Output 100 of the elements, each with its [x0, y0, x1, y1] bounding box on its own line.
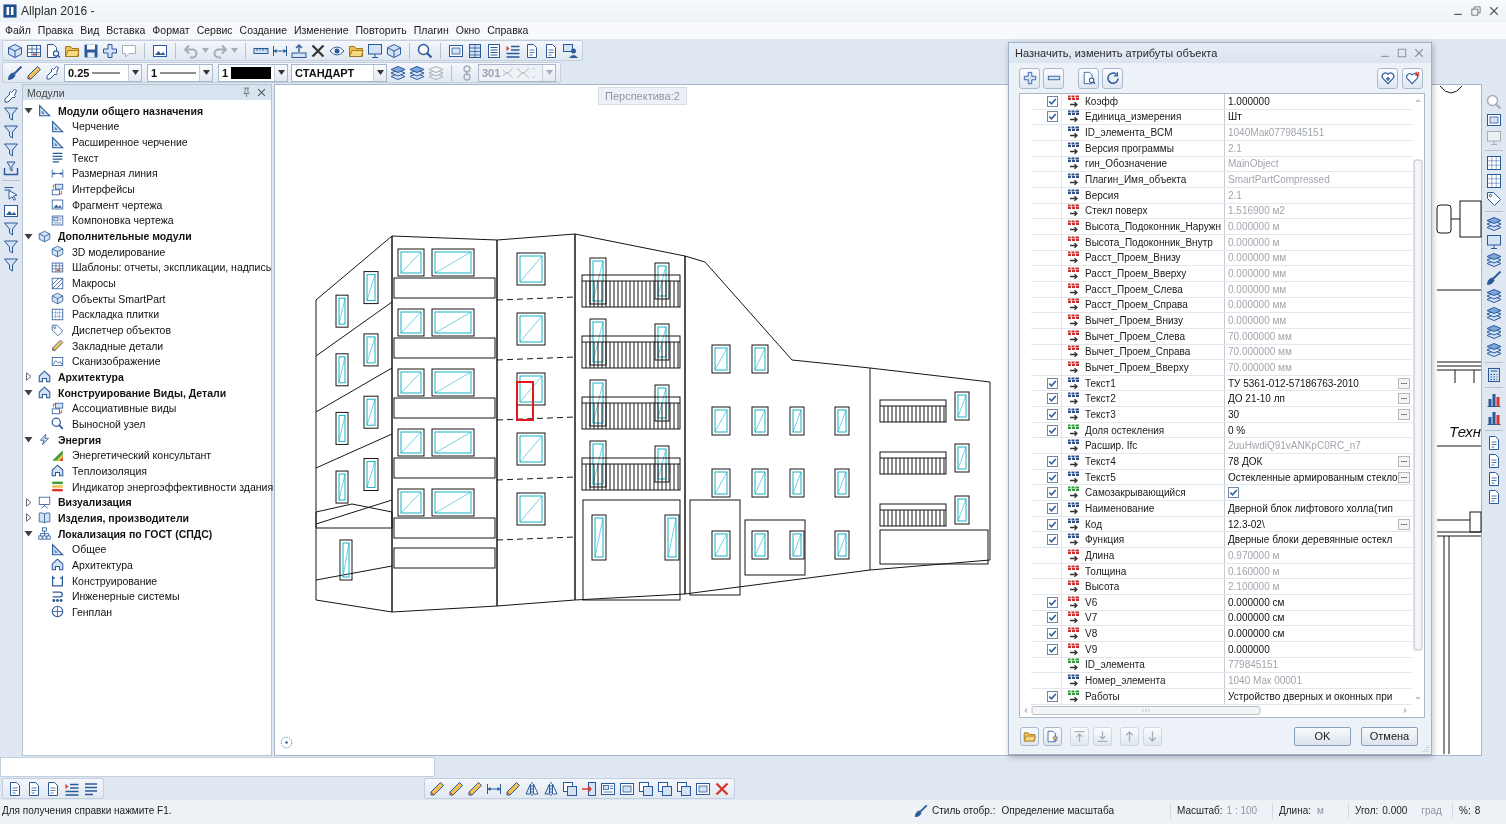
attribute-row[interactable]: Текст2 ДО 21-10 лп ...	[1031, 391, 1412, 408]
filter-icon[interactable]	[3, 257, 19, 273]
refresh-button[interactable]	[1102, 67, 1123, 89]
pencil-icon[interactable]	[429, 780, 445, 797]
tree-item[interactable]: Выносной узел	[72, 417, 146, 430]
tree-item[interactable]: Конструирование Виды, Детали	[58, 386, 227, 399]
attribute-row[interactable]: Текст4 78 ДОК ...	[1031, 454, 1412, 470]
menu-item[interactable]: Создание	[236, 22, 290, 39]
tree-item[interactable]: Локализация по ГОСТ (СПДС)	[58, 527, 213, 540]
brush-icon[interactable]	[1486, 270, 1502, 286]
attribute-row[interactable]: Версия 2.1	[1031, 187, 1412, 204]
cube-icon[interactable]	[7, 42, 23, 59]
menu-item[interactable]: Вид	[77, 22, 103, 39]
list-icon[interactable]	[486, 42, 502, 59]
document-icon[interactable]	[7, 780, 23, 797]
menu-item[interactable]: Сервис	[193, 22, 236, 39]
filter-icon[interactable]	[3, 239, 19, 255]
save-favorite-button[interactable]	[1043, 726, 1062, 746]
tree-item[interactable]: Индикатор энергоэффективности здания	[72, 480, 274, 493]
attribute-row[interactable]: ID_элемента 779845151	[1031, 657, 1412, 674]
attribute-row[interactable]: ID_элемента_BCM 1040Мак0779845151	[1031, 125, 1412, 141]
browse-button[interactable]: ...	[1398, 393, 1410, 405]
tree-item[interactable]: Изделия, производители	[58, 511, 190, 524]
attribute-row[interactable]: Длина 0.970000 м	[1031, 548, 1412, 564]
checkbox[interactable]	[1047, 455, 1058, 467]
menu-item[interactable]: Справка	[484, 22, 532, 39]
checkbox[interactable]	[1047, 487, 1058, 499]
caret-icon[interactable]	[277, 70, 285, 75]
add-button[interactable]	[1019, 67, 1040, 89]
tree-item[interactable]: Диспетчер объектов	[72, 324, 171, 336]
checkbox[interactable]	[1047, 377, 1058, 389]
tree-item[interactable]: Компоновка чертежа	[72, 214, 174, 227]
menu-item[interactable]: Окно	[452, 22, 484, 39]
frame-icon[interactable]	[1486, 112, 1502, 128]
caret-down-icon[interactable]	[24, 231, 33, 241]
attribute-row[interactable]: Толщина 0.160000 м	[1031, 563, 1412, 580]
filter-icon[interactable]	[3, 124, 19, 140]
close-icon[interactable]	[1488, 5, 1500, 17]
plus-icon[interactable]	[102, 42, 118, 59]
checkbox[interactable]	[1047, 393, 1058, 405]
filter-icon[interactable]	[3, 106, 19, 122]
layers-icon[interactable]	[1486, 216, 1502, 232]
brush-icon[interactable]	[7, 64, 23, 81]
attribute-row[interactable]: Расст_Проем_Слева 0.000000 мм	[1031, 281, 1412, 298]
line-type-dropdown[interactable]: 1	[147, 63, 213, 82]
document-icon[interactable]	[543, 42, 559, 59]
checkbox[interactable]	[1047, 518, 1058, 530]
tree-item[interactable]: Общее	[72, 543, 107, 556]
upload-icon[interactable]	[291, 42, 307, 59]
table-icon[interactable]	[26, 42, 42, 59]
caret-right-icon[interactable]	[24, 513, 33, 523]
tree-item[interactable]: Размерная линия	[72, 167, 158, 180]
caret-down-icon[interactable]	[24, 106, 33, 116]
pen-thickness-dropdown[interactable]: 0.25	[64, 63, 142, 82]
attribute-row[interactable]: Единица_измерения Шт	[1031, 109, 1412, 126]
attribute-row[interactable]: Плагин_Имя_объекта SmartPartCompressed	[1031, 172, 1412, 188]
menu-item[interactable]: Плагин	[410, 22, 452, 39]
checkbox[interactable]	[1047, 612, 1058, 624]
cursor-icon[interactable]	[3, 185, 19, 201]
filter-tray-icon[interactable]	[3, 160, 19, 176]
attribute-row[interactable]: Коэфф 1.000000	[1031, 94, 1412, 110]
document-icon[interactable]	[524, 42, 540, 59]
attribute-row[interactable]: V6 0.000000 см	[1031, 595, 1412, 611]
attribute-row[interactable]: Наименование Дверной блок лифтового холла(тип	[1031, 501, 1412, 517]
checkbox[interactable]	[1047, 534, 1058, 546]
tree-item[interactable]: Энергия	[58, 433, 102, 446]
tree-item[interactable]: Шаблоны: отчеты, экспликации, надпись	[72, 261, 272, 274]
calculator-icon[interactable]	[1486, 367, 1502, 383]
tree-item[interactable]: Черчение	[72, 120, 120, 133]
copy-icon[interactable]	[676, 780, 692, 797]
grid-icon[interactable]	[1486, 173, 1502, 189]
caret-icon[interactable]	[376, 70, 384, 75]
open-button[interactable]	[1020, 726, 1039, 746]
document-icon[interactable]	[1486, 489, 1502, 505]
ok-button[interactable]: OK	[1294, 726, 1351, 746]
cube-icon[interactable]	[386, 42, 402, 59]
attribute-row[interactable]: Текст3 30 ...	[1031, 407, 1412, 423]
checkbox[interactable]	[1047, 471, 1058, 483]
mirror-icon[interactable]	[543, 780, 559, 797]
tree-item[interactable]: Раскладка плитки	[72, 308, 160, 321]
tree-item[interactable]: Расширенное черчение	[72, 136, 188, 149]
tree-item[interactable]: Макросы	[72, 277, 116, 290]
checkbox[interactable]	[1047, 690, 1058, 702]
checkbox[interactable]	[1047, 424, 1058, 436]
checkbox[interactable]	[1047, 408, 1058, 420]
browse-button[interactable]: ...	[1398, 408, 1410, 420]
document-icon[interactable]	[1486, 471, 1502, 487]
layers-icon[interactable]	[1486, 288, 1502, 304]
attribute-row[interactable]: Высота 2.100000 м	[1031, 579, 1412, 595]
command-input[interactable]	[0, 757, 435, 777]
grid-icon[interactable]	[1486, 155, 1502, 171]
filter-icon[interactable]	[3, 221, 19, 237]
attribute-row[interactable]: Стекл поверх 1.516900 м2	[1031, 203, 1412, 220]
caret-icon[interactable]	[131, 70, 139, 75]
layers-icon[interactable]	[1486, 342, 1502, 358]
caret-down-icon[interactable]	[24, 435, 33, 445]
browse-button[interactable]: ...	[1398, 377, 1410, 389]
restore-icon[interactable]	[1470, 5, 1482, 17]
frame-icon[interactable]	[619, 780, 635, 797]
tree-item[interactable]: Текст	[72, 151, 99, 164]
